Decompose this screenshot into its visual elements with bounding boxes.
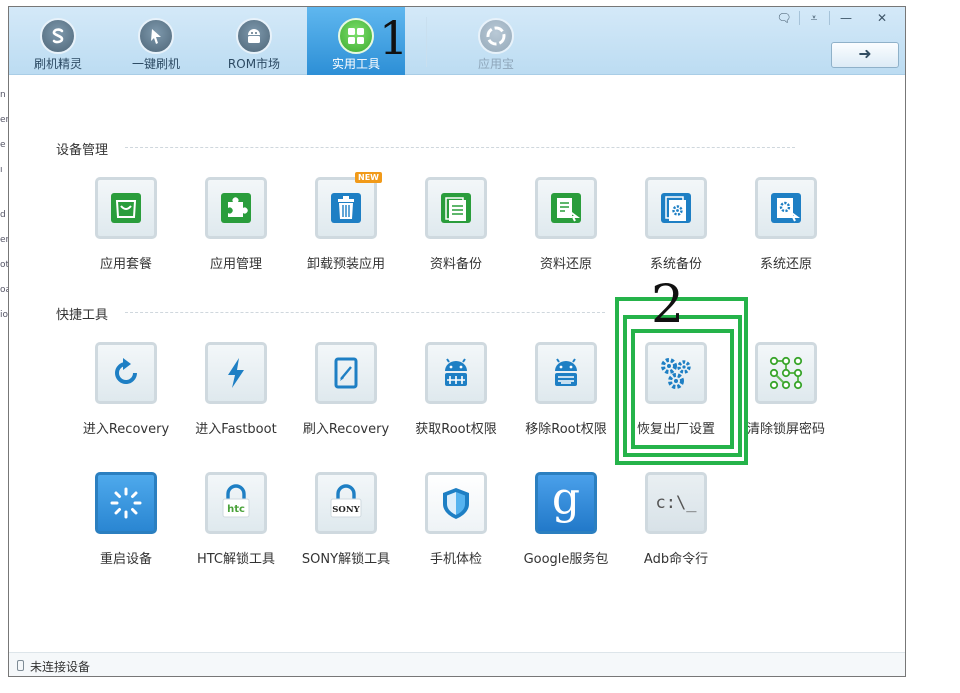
tool-htc-unlock[interactable]: htc HTC解锁工具 <box>181 472 291 588</box>
document-restore-icon <box>535 177 597 239</box>
tool-system-restore[interactable]: 系统还原 <box>731 177 841 293</box>
section-divider <box>125 147 795 148</box>
refresh-icon <box>95 342 157 404</box>
sony-lock-icon: SONY <box>315 472 377 534</box>
tool-data-backup[interactable]: 资料备份 <box>401 177 511 293</box>
pattern-lock-icon <box>755 342 817 404</box>
annotation-highlight-box <box>631 329 734 449</box>
tool-google-services[interactable]: g Google服务包 <box>511 472 621 588</box>
connect-arrow-button[interactable]: ➜ <box>831 42 899 68</box>
minimize-icon[interactable]: — <box>833 9 859 27</box>
document-backup-icon <box>425 177 487 239</box>
tablet-icon <box>315 342 377 404</box>
yingyongbao-icon <box>478 18 514 54</box>
sony-brand-text: SONY <box>332 505 360 515</box>
feedback-icon[interactable]: 🗨 <box>771 9 797 27</box>
tab-separator <box>426 17 427 67</box>
android-unroot-icon <box>535 342 597 404</box>
tool-phone-checkup[interactable]: 手机体检 <box>401 472 511 588</box>
tab-rom-market[interactable]: ROM市场 <box>205 7 303 75</box>
terminal-icon: c:\_ <box>645 472 707 534</box>
status-bar: 未连接设备 <box>9 652 905 676</box>
connection-status: 未连接设备 <box>30 660 91 674</box>
tool-get-root[interactable]: 获取Root权限 <box>401 342 511 458</box>
section-title-quick-tools: 快捷工具 <box>56 308 109 323</box>
tool-app-bundle[interactable]: 应用套餐 <box>71 177 181 293</box>
tool-sony-unlock[interactable]: SONY SONY解锁工具 <box>291 472 401 588</box>
annotation-number-2: 2 <box>651 275 685 335</box>
control-separator <box>799 11 800 25</box>
new-badge: NEW <box>355 172 382 183</box>
terminal-glyph: c:\_ <box>655 493 697 513</box>
tool-data-restore[interactable]: 资料还原 <box>511 177 621 293</box>
trash-icon <box>315 177 377 239</box>
grid-icon <box>338 18 374 54</box>
section-divider <box>125 312 605 313</box>
phone-icon <box>17 660 24 671</box>
tool-flash-recovery[interactable]: 刷入Recovery <box>291 342 401 458</box>
system-backup-icon <box>645 177 707 239</box>
section-title-device-management: 设备管理 <box>56 143 109 158</box>
shuaji-logo-icon <box>40 18 76 54</box>
tool-app-management[interactable]: 应用管理 <box>181 177 291 293</box>
tool-uninstall-preinstalled[interactable]: NEW 卸载预装应用 <box>291 172 401 293</box>
top-navigation-bar: 刷机精灵 一键刷机 ROM市场 实用工具 1 应用宝 🗨 ⩡ — ✕ ➜ <box>9 7 905 75</box>
htc-brand-text: htc <box>227 504 245 515</box>
tool-reboot-device[interactable]: 重启设备 <box>71 472 181 588</box>
android-icon <box>236 18 272 54</box>
lightning-icon <box>205 342 267 404</box>
shield-icon <box>425 472 487 534</box>
tool-adb-command-line[interactable]: c:\_ Adb命令行 <box>621 472 731 588</box>
tool-enter-fastboot[interactable]: 进入Fastboot <box>181 342 291 458</box>
tool-enter-recovery[interactable]: 进入Recovery <box>71 342 181 458</box>
puzzle-icon <box>205 177 267 239</box>
control-separator <box>829 11 830 25</box>
cursor-icon <box>138 18 174 54</box>
tab-one-click-flash[interactable]: 一键刷机 <box>107 7 205 75</box>
menu-icon[interactable]: ⩡ <box>801 9 827 27</box>
tool-remove-root[interactable]: 移除Root权限 <box>511 342 621 458</box>
google-icon: g <box>535 472 597 534</box>
google-g-glyph: g <box>551 473 581 524</box>
annotation-number-1: 1 <box>379 11 409 65</box>
android-root-icon <box>425 342 487 404</box>
app-window: 刷机精灵 一键刷机 ROM市场 实用工具 1 应用宝 🗨 ⩡ — ✕ ➜ 设备管… <box>8 6 906 677</box>
loading-spinner-icon <box>95 472 157 534</box>
background-window-edge: n er e ı d er ot oa io <box>0 90 12 320</box>
shopping-bag-icon <box>95 177 157 239</box>
htc-lock-icon: htc <box>205 472 267 534</box>
system-restore-icon <box>755 177 817 239</box>
tab-shuaji-jingling[interactable]: 刷机精灵 <box>9 7 107 75</box>
tab-yingyongbao[interactable]: 应用宝 <box>447 7 545 75</box>
close-icon[interactable]: ✕ <box>869 9 895 27</box>
